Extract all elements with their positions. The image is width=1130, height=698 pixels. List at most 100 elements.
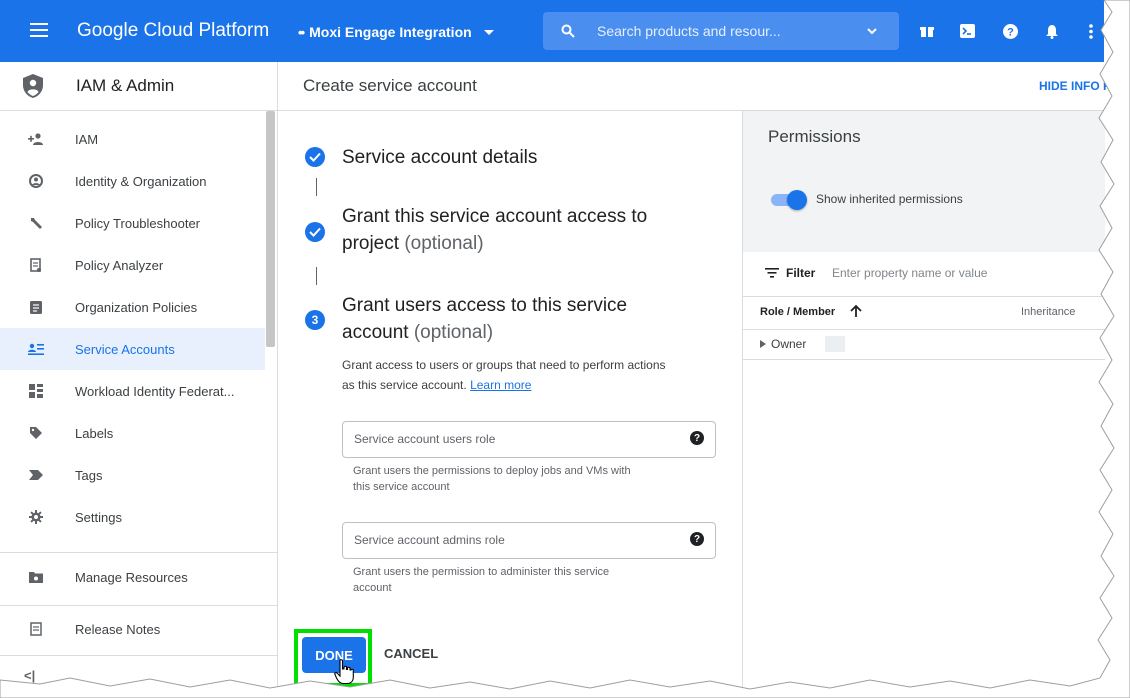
tag-icon: [28, 467, 44, 483]
step3-description: Grant access to users or groups that nee…: [342, 355, 722, 395]
help-icon[interactable]: ?: [690, 431, 704, 445]
filter-input[interactable]: Enter property name or value: [832, 266, 987, 280]
sidebar-item-policy-troubleshooter[interactable]: Policy Troubleshooter: [0, 202, 265, 244]
admins-role-hint-line1: Grant users the permission to administer…: [353, 566, 610, 578]
account-circle-icon: [28, 173, 44, 189]
users-role-hint-line1: Grant users the permissions to deploy jo…: [353, 465, 631, 477]
section-title: IAM & Admin: [76, 76, 175, 95]
redacted-member: [825, 336, 845, 352]
users-role-hint: Grant users the permissions to deploy jo…: [353, 463, 693, 495]
list-document-icon: [28, 299, 44, 315]
step3-desc-line1: Grant access to users or groups that nee…: [342, 358, 666, 372]
gift-icon[interactable]: [918, 22, 936, 40]
help-icon[interactable]: ?: [690, 532, 704, 546]
sidebar-item-policy-analyzer[interactable]: Policy Analyzer: [0, 244, 265, 286]
show-inherited-toggle[interactable]: [769, 190, 807, 210]
more-vert-icon[interactable]: [1082, 22, 1100, 40]
learn-more-link[interactable]: Learn more: [470, 378, 531, 392]
sidebar-item-label: Settings: [75, 509, 122, 525]
release-notes-icon: [28, 621, 44, 637]
sidebar-item-label: Policy Analyzer: [75, 257, 164, 273]
sidebar-item-organization-policies[interactable]: Organization Policies: [0, 286, 265, 328]
search-input[interactable]: Search products and resour...: [597, 23, 781, 39]
sidebar-item-settings[interactable]: Settings: [0, 496, 265, 538]
shield-icon: [23, 74, 43, 98]
admins-role-placeholder: Service account admins role: [354, 533, 505, 547]
help-icon[interactable]: ?: [1001, 22, 1019, 40]
sidebar-item-label: Tags: [75, 467, 103, 483]
service-account-admins-role-field[interactable]: Service account admins role ?: [342, 522, 716, 559]
sidebar-item-label: Manage Resources: [75, 569, 188, 585]
sort-arrow-up-icon[interactable]: [850, 304, 862, 318]
sidebar-item-manage-resources[interactable]: Manage Resources: [0, 556, 265, 598]
sidebar-item-service-accounts[interactable]: Service Accounts: [0, 328, 265, 370]
sidebar-item-tags[interactable]: Tags: [0, 454, 265, 496]
toggle-knob: [787, 190, 807, 210]
filter-label: Filter: [786, 266, 816, 280]
sidebar-item-label: Service Accounts: [75, 341, 175, 357]
brand-title[interactable]: Google Cloud Platform: [77, 20, 269, 42]
search-icon: [561, 24, 575, 38]
table-row[interactable]: Owner: [743, 329, 1105, 360]
gear-icon: [28, 509, 44, 525]
sidebar-item-labels[interactable]: Labels: [0, 412, 265, 454]
users-role-placeholder: Service account users role: [354, 432, 496, 446]
inheritance-column-header: Inheritance: [1021, 306, 1076, 318]
page-header: IAM & Admin Create service account HIDE …: [0, 62, 1119, 111]
step-connector: [316, 178, 317, 196]
cloud-shell-icon[interactable]: [958, 22, 976, 40]
step3-desc-text: as this service account.: [342, 378, 467, 392]
project-selector[interactable]: •• Moxi Engage Integration: [298, 24, 494, 40]
hide-info-panel-button[interactable]: HIDE INFO PA: [1039, 79, 1119, 93]
step3-title: Grant users access to this service accou…: [342, 292, 627, 346]
sidebar-item-label: Organization Policies: [75, 299, 198, 315]
sidebar-item-label: Identity & Organization: [75, 173, 207, 189]
role-member-column-header[interactable]: Role / Member: [760, 306, 835, 318]
filter-bar[interactable]: Filter Enter property name or value: [743, 259, 1105, 289]
sidebar-item-label: Labels: [75, 425, 114, 441]
cancel-button[interactable]: CANCEL: [384, 646, 438, 661]
step3-number-badge: 3: [305, 310, 325, 330]
step2-title-line1: Grant this service account access to: [342, 206, 648, 227]
permissions-table-header: Role / Member Inheritance: [743, 296, 1105, 330]
step-complete-check-icon: [305, 222, 325, 242]
person-add-icon: [28, 131, 44, 147]
label-icon: [28, 425, 44, 441]
role-owner-label: Owner: [771, 337, 807, 351]
sidebar: IAM Identity & Organization Policy Troub…: [0, 111, 278, 698]
permissions-info-panel: Permissions Show inherited permissions F…: [742, 111, 1105, 698]
chevron-down-icon[interactable]: [867, 26, 877, 36]
service-account-icon: [28, 341, 44, 357]
sidebar-divider: [0, 605, 277, 606]
collapse-sidebar-button[interactable]: <|: [24, 668, 35, 683]
sidebar-item-identity-organization[interactable]: Identity & Organization: [0, 160, 265, 202]
sidebar-item-label: Release Notes: [75, 621, 161, 637]
step3-title-line1: Grant users access to this service: [342, 295, 628, 316]
permissions-panel-header: Permissions Show inherited permissions: [743, 111, 1105, 252]
step2-title[interactable]: Grant this service account access to pro…: [342, 203, 647, 257]
service-account-users-role-field[interactable]: Service account users role ?: [342, 421, 716, 458]
step-connector: [316, 267, 317, 285]
step3-account-text: account: [342, 322, 409, 343]
bell-icon[interactable]: [1043, 22, 1061, 40]
step3-desc-line2: as this service account. Learn more: [342, 375, 722, 395]
step-complete-check-icon: [305, 147, 325, 167]
folder-gear-icon: [28, 569, 44, 585]
sidebar-item-workload-identity-federation[interactable]: Workload Identity Federat...: [0, 370, 265, 412]
sidebar-item-iam[interactable]: IAM: [0, 118, 265, 160]
step1-title[interactable]: Service account details: [342, 144, 537, 171]
step3-title-line2: account (optional): [342, 319, 627, 346]
header-divider: [277, 62, 278, 110]
expand-triangle-icon[interactable]: [760, 340, 766, 348]
svg-text:?: ?: [1007, 26, 1014, 38]
project-dots-icon: ••: [298, 24, 305, 40]
search-bar[interactable]: Search products and resour...: [543, 12, 899, 50]
optional-label: (optional): [413, 322, 494, 343]
show-inherited-label: Show inherited permissions: [816, 192, 963, 206]
sidebar-scrollbar[interactable]: [266, 111, 275, 347]
hand-cursor-icon: [334, 659, 354, 685]
sidebar-item-release-notes[interactable]: Release Notes: [0, 608, 265, 650]
step2-title-line2: project (optional): [342, 230, 647, 257]
hamburger-menu-icon[interactable]: [30, 23, 52, 39]
workload-identity-icon: [28, 383, 44, 399]
